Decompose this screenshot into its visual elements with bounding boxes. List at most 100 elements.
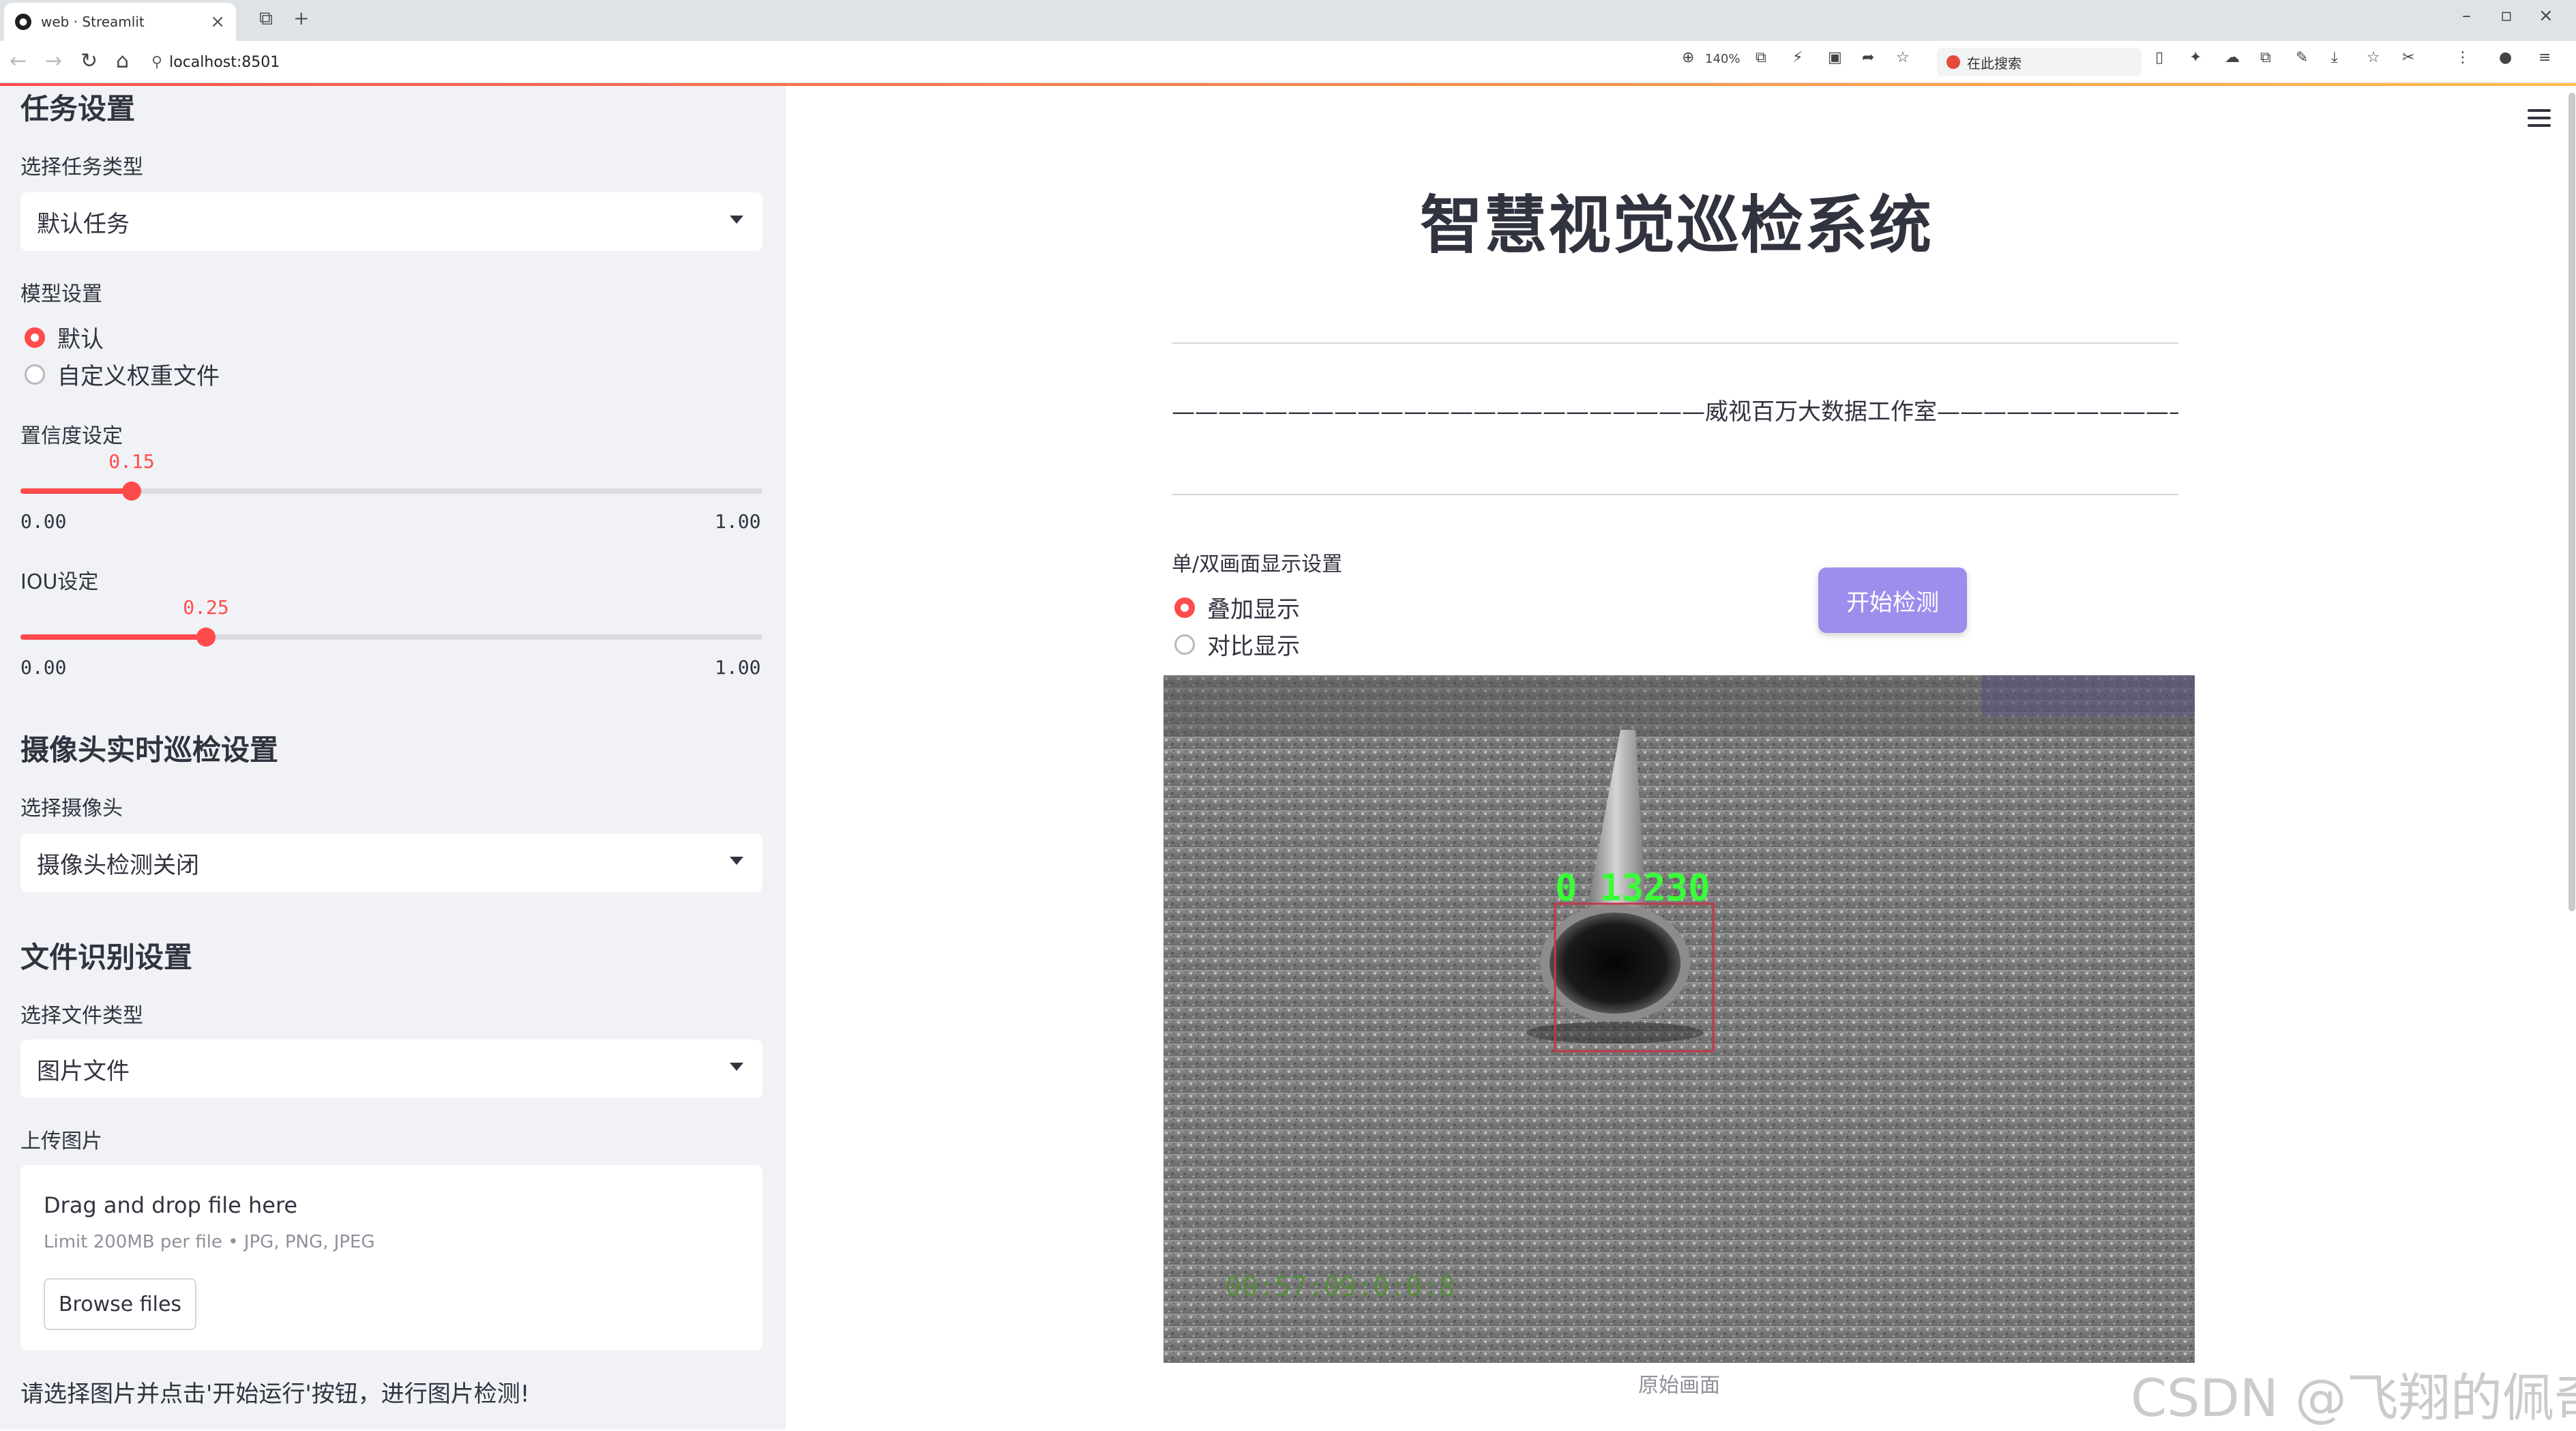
- camera-select[interactable]: 摄像头检测关闭: [20, 833, 763, 892]
- confidence-value: 0.15: [108, 450, 155, 473]
- confidence-min: 0.00: [20, 510, 67, 533]
- browse-files-button[interactable]: Browse files: [44, 1278, 196, 1330]
- iou-slider-fill: [20, 634, 206, 640]
- model-option-custom[interactable]: 自定义权重文件: [25, 357, 220, 391]
- image-caption: 原始画面: [1638, 1374, 1720, 1398]
- browser-menu-icon[interactable]: ≡: [2538, 49, 2551, 66]
- task-type-label: 选择任务类型: [20, 156, 143, 179]
- url-field[interactable]: ⚲ localhost:8501: [151, 48, 902, 76]
- screenshot-icon[interactable]: ▣: [1828, 49, 1842, 66]
- bolt-icon[interactable]: ⚡: [1792, 49, 1803, 66]
- url-text: localhost:8501: [169, 53, 280, 71]
- iou-slider-thumb[interactable]: [196, 628, 216, 647]
- display-mode-label: 单/双画面显示设置: [1172, 552, 1343, 576]
- display-option-overlay[interactable]: 叠加显示: [1174, 591, 1300, 624]
- iou-slider[interactable]: 0.25: [20, 596, 763, 647]
- download-icon[interactable]: ⤓: [2331, 49, 2338, 66]
- upload-title: Drag and drop file here: [44, 1192, 298, 1218]
- extension-translate-icon[interactable]: ⧉: [2260, 49, 2271, 66]
- radio-unselected-icon[interactable]: [1174, 634, 1195, 655]
- file-type-value: 图片文件: [37, 1057, 130, 1085]
- chevron-down-icon: [730, 1063, 743, 1071]
- radio-selected-icon[interactable]: [25, 327, 45, 348]
- start-detection-button[interactable]: 开始检测: [1818, 567, 1967, 633]
- favorites-icon[interactable]: ☆: [2367, 49, 2380, 66]
- detection-label: 0 13230: [1555, 866, 1711, 909]
- reload-icon[interactable]: ↻: [80, 49, 98, 73]
- extension-ai-icon[interactable]: ✦: [2189, 49, 2202, 66]
- app-menu-icon[interactable]: [2528, 109, 2551, 127]
- streamlit-favicon-icon: ●: [15, 14, 31, 30]
- radio-unselected-icon[interactable]: [25, 364, 45, 385]
- asphalt-ground: [1164, 675, 2195, 1363]
- browser-search-box[interactable]: 在此搜索: [1937, 48, 2142, 76]
- bookmark-star-icon[interactable]: ☆: [1896, 49, 1910, 66]
- confidence-label: 置信度设定: [20, 424, 123, 448]
- detection-image-canvas: 0 13230 00:57:09:0:0:8: [1164, 675, 2195, 1363]
- confidence-max: 1.00: [715, 510, 761, 533]
- model-label: 模型设置: [20, 282, 102, 306]
- tab-groups-icon[interactable]: ⧉: [259, 7, 273, 30]
- upload-limit: Limit 200MB per file • JPG, PNG, JPEG: [44, 1232, 375, 1252]
- csdn-watermark: CSDN @飞翔的佩奇: [2131, 1368, 2576, 1428]
- chevron-down-icon: [730, 216, 743, 224]
- video-timestamp-overlay: 00:57:09:0:0:8: [1225, 1271, 1455, 1303]
- chevron-down-icon: [730, 857, 743, 865]
- detection-image: 0 13230 00:57:09:0:0:8: [1164, 675, 2195, 1363]
- hint-text: 请选择图片并点击'开始运行'按钮，进行图片检测!: [20, 1381, 530, 1408]
- phone-icon[interactable]: ▯: [2155, 49, 2163, 66]
- radio-selected-icon[interactable]: [1174, 597, 1195, 618]
- model-option-default[interactable]: 默认: [25, 321, 104, 354]
- divider-top: [1172, 342, 2178, 344]
- pipe-shadow: [1526, 1022, 1704, 1044]
- pipe-hole: [1550, 913, 1681, 1014]
- more-menu-icon[interactable]: ⋮: [2455, 49, 2470, 66]
- iou-min: 0.00: [20, 656, 67, 679]
- iou-max: 1.00: [715, 656, 761, 679]
- close-tab-icon[interactable]: ×: [210, 12, 225, 32]
- iou-label: IOU设定: [20, 570, 99, 594]
- task-type-select[interactable]: 默认任务: [20, 192, 763, 251]
- file-uploader-dropzone[interactable]: Drag and drop file here Limit 200MB per …: [20, 1165, 763, 1351]
- model-option-label: 默认: [57, 326, 104, 353]
- extension-pen-icon[interactable]: ✎: [2296, 49, 2308, 66]
- address-bar: ← → ↻ ⌂ ⚲ localhost:8501 ⊕ 140% ⧉ ⚡ ▣ ➦ …: [0, 41, 2576, 83]
- browser-tab-bar: ● web · Streamlit × ⧉ + – ▫ ×: [0, 0, 2576, 41]
- search-placeholder: 在此搜索: [1967, 55, 2022, 72]
- window-close-icon[interactable]: ×: [2538, 5, 2553, 26]
- confidence-slider-fill: [20, 488, 132, 494]
- confidence-slider-thumb[interactable]: [122, 482, 141, 501]
- camera-section-title: 摄像头实时巡检设置: [20, 733, 279, 767]
- main-scrollbar[interactable]: [2568, 93, 2575, 911]
- zoom-icon[interactable]: ⊕: [1682, 49, 1694, 66]
- profile-avatar-icon[interactable]: ●: [2499, 49, 2512, 66]
- file-section-title: 文件识别设置: [20, 941, 193, 974]
- divider-bottom: [1172, 494, 2178, 495]
- display-option-compare[interactable]: 对比显示: [1174, 628, 1300, 661]
- file-type-select[interactable]: 图片文件: [20, 1039, 763, 1098]
- confidence-slider[interactable]: 0.15: [20, 450, 763, 501]
- camera-label: 选择摄像头: [20, 797, 123, 821]
- forward-icon[interactable]: →: [45, 49, 62, 73]
- display-option-label: 叠加显示: [1207, 596, 1300, 623]
- share-icon[interactable]: ➦: [1862, 49, 1874, 66]
- page-title: 智慧视觉巡检系统: [1419, 189, 1933, 262]
- task-type-value: 默认任务: [37, 210, 130, 238]
- browser-tab[interactable]: ● web · Streamlit ×: [4, 3, 236, 41]
- cut-icon[interactable]: ✂: [2402, 49, 2414, 66]
- minimize-icon[interactable]: –: [2462, 5, 2471, 26]
- task-section-title: 任务设置: [20, 92, 136, 126]
- new-tab-icon[interactable]: +: [293, 7, 309, 29]
- display-option-label: 对比显示: [1207, 633, 1300, 660]
- restore-icon[interactable]: ▫: [2500, 5, 2513, 26]
- home-icon[interactable]: ⌂: [116, 49, 129, 73]
- sidebar: 任务设置 选择任务类型 默认任务 模型设置 默认 自定义权重文件 置信度设定 0…: [0, 86, 786, 1430]
- extension-cloud-icon[interactable]: ☁: [2225, 49, 2240, 66]
- back-icon[interactable]: ←: [10, 49, 27, 73]
- studio-banner: ———————————————————————威视百万大数据工作室———————…: [1172, 398, 2178, 426]
- translate-icon[interactable]: ⧉: [1756, 49, 1766, 66]
- search-icon: ⚲: [151, 53, 163, 71]
- iou-value: 0.25: [183, 596, 229, 619]
- file-type-label: 选择文件类型: [20, 1004, 143, 1028]
- zoom-level: 140%: [1705, 52, 1741, 66]
